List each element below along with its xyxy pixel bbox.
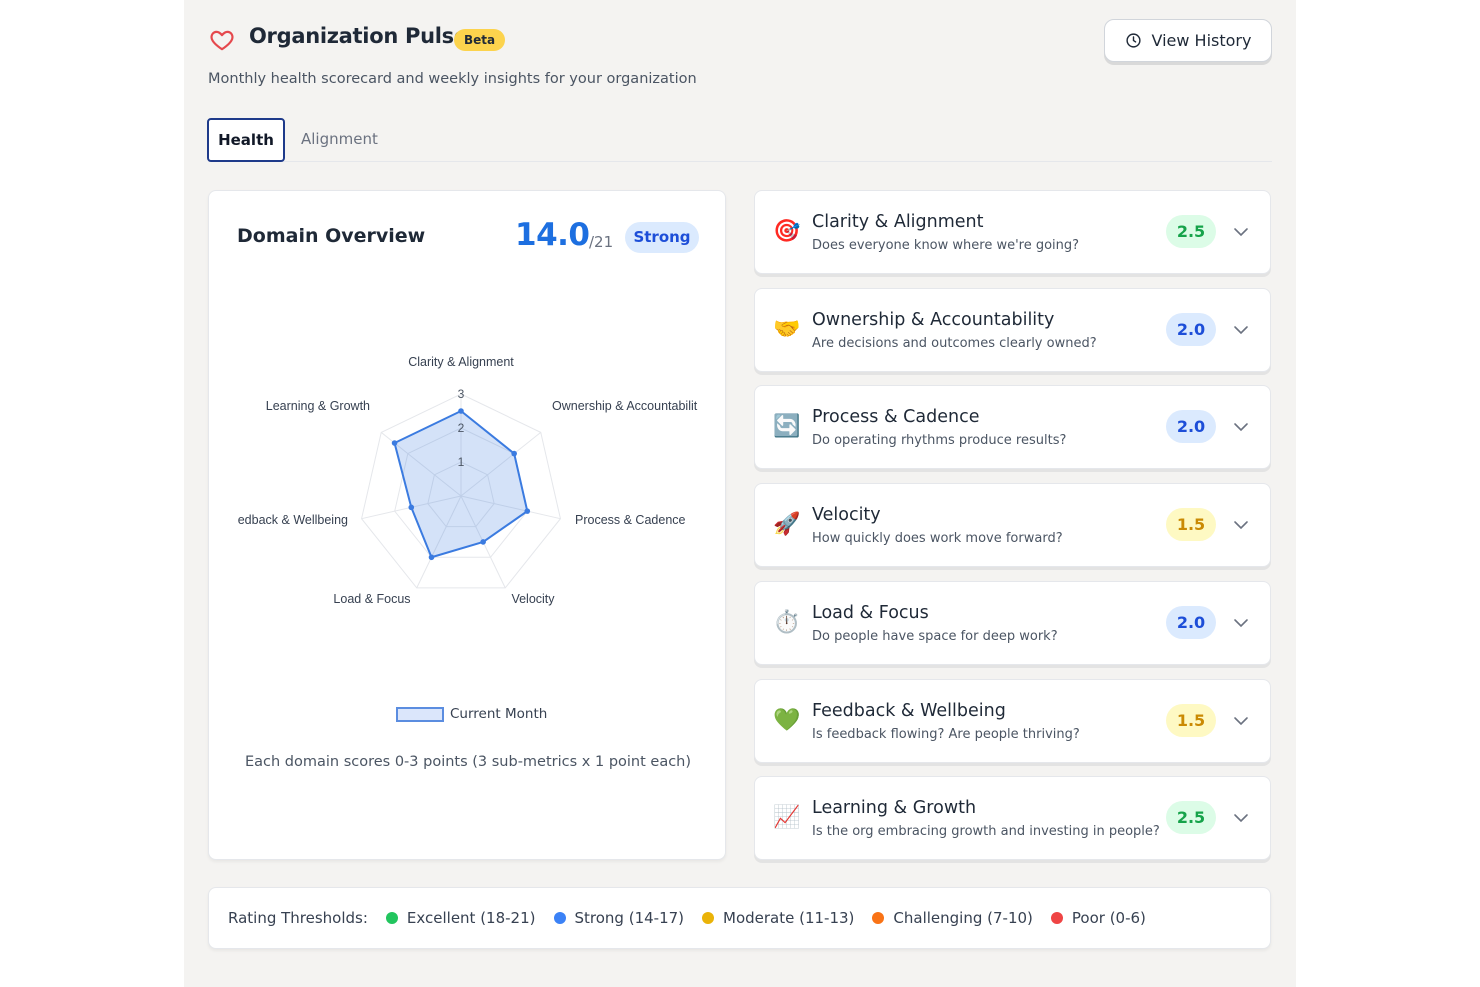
domain-card[interactable]: ⏱️ Load & Focus Do people have space for d… [754, 581, 1271, 665]
domain-name: Ownership & Accountability [812, 310, 1055, 330]
domain-question: Are decisions and outcomes clearly owned… [812, 336, 1097, 351]
rating-thresholds-bar: Rating Thresholds: Excellent (18-21) Str… [208, 887, 1271, 949]
threshold-label: Challenging (7-10) [893, 909, 1033, 927]
scoring-note: Each domain scores 0-3 points (3 sub-met… [244, 754, 692, 770]
domain-name: Process & Cadence [812, 407, 980, 427]
strong-dot [553, 912, 566, 924]
domain-score-badge: 2.0 [1166, 313, 1216, 346]
threshold-moderate: Moderate (11-13) [702, 909, 854, 927]
domain-name: Clarity & Alignment [812, 212, 984, 232]
chevron-down-icon[interactable] [1233, 713, 1249, 729]
tab-health[interactable]: Health [207, 118, 285, 162]
domain-name: Learning & Growth [812, 798, 977, 818]
radar-axis-label: Load & Focus [333, 592, 410, 606]
domain-card[interactable]: 🤝 Ownership & Accountability Are decisions… [754, 288, 1271, 372]
moderate-dot [702, 912, 715, 924]
total-score: 14.0 [515, 217, 590, 253]
chevron-down-icon[interactable] [1233, 810, 1249, 826]
threshold-label: Strong (14-17) [574, 909, 685, 927]
domain-card[interactable]: 🔄 Process & Cadence Do operating rhythms p… [754, 385, 1271, 469]
poor-dot [1050, 912, 1063, 924]
total-score-max: /21 [589, 233, 614, 251]
radar-axis-label: Learning & Growth [266, 399, 370, 413]
radar-axis-label: Clarity & Alignment [408, 355, 514, 369]
radar-data-point [524, 508, 531, 514]
beta-badge: Beta [454, 29, 506, 51]
domain-question: Do operating rhythms produce results? [812, 433, 1067, 448]
domain-card[interactable]: 💚 Feedback & Wellbeing Is feedback flowing… [754, 679, 1271, 763]
tab-alignment[interactable]: Alignment [301, 130, 378, 148]
chevron-down-icon[interactable] [1233, 224, 1249, 240]
rocket-icon: 🚀 [773, 512, 801, 537]
heart-icon [210, 30, 234, 51]
threshold-poor: Poor (0-6) [1050, 909, 1146, 927]
chevron-down-icon[interactable] [1233, 322, 1249, 338]
radar-axis-label: Velocity [511, 592, 555, 606]
radar-axis-label: edback & Wellbeing [238, 513, 348, 527]
domain-score-badge: 2.0 [1166, 606, 1216, 639]
radar-tick-label: 3 [458, 387, 465, 401]
page-title: Organization Pulse [249, 24, 468, 48]
view-history-label: View History [1151, 31, 1252, 50]
domain-question: Is feedback flowing? Are people thriving… [812, 727, 1080, 742]
view-history-button[interactable]: View History [1104, 19, 1272, 62]
domain-card[interactable]: 📈 Learning & Growth Is the org embracing g… [754, 776, 1271, 860]
radar-tick-label: 2 [458, 421, 465, 435]
chevron-down-icon[interactable] [1233, 419, 1249, 435]
chevron-down-icon[interactable] [1233, 615, 1249, 631]
legend-label: Current Month [450, 706, 548, 722]
legend-swatch [396, 706, 444, 722]
stopwatch-icon: ⏱️ [773, 610, 801, 635]
thresholds-label: Rating Thresholds: [228, 909, 368, 927]
domain-score-badge: 2.5 [1166, 801, 1216, 834]
threshold-label: Moderate (11-13) [723, 909, 855, 927]
chart-increasing-icon: 📈 [773, 805, 801, 830]
excellent-dot [385, 912, 398, 924]
threshold-challenging: Challenging (7-10) [872, 909, 1033, 927]
radar-axis-label: Process & Cadence [575, 513, 686, 527]
green-heart-icon: 💚 [773, 708, 801, 733]
clock-icon [1125, 33, 1141, 48]
chart-legend: Current Month [396, 706, 547, 722]
radar-axis-label: Ownership & Accountabilit [552, 399, 698, 413]
domain-score-badge: 2.0 [1166, 410, 1216, 443]
handshake-icon: 🤝 [773, 317, 801, 342]
threshold-label: Excellent (18-21) [406, 909, 536, 927]
domain-overview-card: Domain Overview 14.0 /21 Strong 1 2 3 Clari… [208, 190, 726, 860]
domain-question: Does everyone know where we're going? [812, 238, 1080, 253]
domain-question: How quickly does work move forward? [812, 531, 1063, 546]
cycle-icon: 🔄 [773, 414, 801, 439]
domain-score-badge: 1.5 [1166, 704, 1216, 737]
domain-name: Load & Focus [812, 603, 929, 623]
radar-data-point [511, 450, 517, 457]
domain-overview-title: Domain Overview [237, 225, 426, 247]
radar-chart: 1 2 3 Clarity & Alignment Ownership & Accoun… [238, 355, 698, 606]
chevron-down-icon[interactable] [1233, 517, 1249, 533]
tabs-divider [208, 161, 1272, 162]
domain-score-badge: 2.5 [1166, 215, 1216, 248]
radar-tick-label: 1 [458, 455, 465, 469]
domain-question: Is the org embracing growth and investin… [812, 824, 1160, 839]
radar-chart-container: 1 2 3 Clarity & Alignment Ownership & Accoun… [209, 351, 727, 631]
target-icon: 🎯 [773, 219, 801, 244]
radar-data-point [391, 440, 398, 446]
challenging-dot [872, 912, 885, 924]
domain-question: Do people have space for deep work? [812, 629, 1058, 644]
radar-data-point [458, 408, 464, 414]
page-subtitle: Monthly health scorecard and weekly insi… [208, 71, 697, 87]
domain-name: Feedback & Wellbeing [812, 701, 1006, 721]
rating-badge: Strong [625, 222, 699, 253]
radar-data-point [480, 539, 486, 545]
radar-data-point [408, 504, 415, 511]
threshold-label: Poor (0-6) [1071, 909, 1146, 927]
radar-data-point [428, 554, 435, 561]
domain-name: Velocity [812, 505, 881, 525]
domain-card[interactable]: 🎯 Clarity & Alignment Does everyone know w… [754, 190, 1271, 274]
domain-card[interactable]: 🚀 Velocity How quickly does work move forw… [754, 483, 1271, 567]
threshold-strong: Strong (14-17) [553, 909, 685, 927]
threshold-excellent: Excellent (18-21) [385, 909, 536, 927]
domain-score-badge: 1.5 [1166, 508, 1216, 541]
